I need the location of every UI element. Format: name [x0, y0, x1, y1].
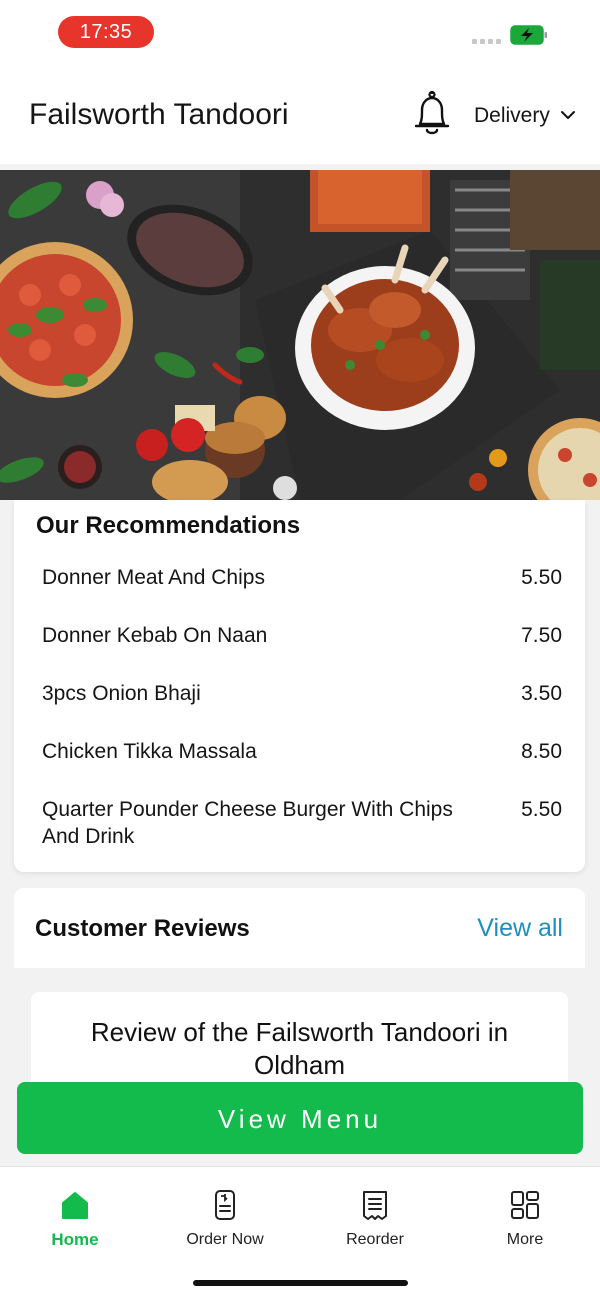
item-name: Donner Meat And Chips	[42, 566, 265, 589]
home-indicator	[193, 1280, 408, 1286]
reviews-title: Customer Reviews	[35, 915, 250, 942]
nav-label-order-now: Order Now	[186, 1231, 264, 1248]
home-icon	[62, 1192, 88, 1219]
item-name: 3pcs Onion Bhaji	[42, 682, 201, 705]
page-title: Failsworth Tandoori	[29, 98, 289, 131]
receipt-icon	[363, 1191, 387, 1220]
item-price: 7.50	[521, 624, 562, 647]
nav-item-home[interactable]: Home	[0, 1167, 150, 1267]
item-name: Donner Kebab On Naan	[42, 624, 268, 647]
item-price: 8.50	[521, 740, 562, 763]
item-price: 5.50	[521, 798, 562, 821]
nav-label-home: Home	[51, 1230, 99, 1249]
nav-label-more: More	[506, 1231, 544, 1248]
recommendations-title: Our Recommendations	[36, 512, 301, 539]
chevron-down-icon[interactable]	[560, 108, 576, 122]
status-bar: 17:35	[0, 0, 600, 64]
review-card[interactable]: Review of the Failsworth Tandoori in Old…	[31, 992, 568, 1088]
bell-icon[interactable]	[410, 90, 454, 138]
nav-label-reorder: Reorder	[346, 1231, 404, 1248]
battery-charging-icon	[510, 25, 547, 45]
nav-item-more[interactable]: More	[450, 1167, 600, 1267]
delivery-mode-select[interactable]: Delivery	[474, 104, 550, 128]
signal-icon	[472, 39, 501, 44]
hero-food-image	[0, 170, 600, 500]
view-menu-button[interactable]: View Menu	[17, 1082, 583, 1154]
grid-icon	[511, 1191, 539, 1219]
view-all-reviews-link[interactable]: View all	[477, 914, 563, 943]
item-price: 3.50	[521, 682, 562, 705]
item-price: 5.50	[521, 566, 562, 589]
reviews-list: Review of the Failsworth Tandoori in Old…	[14, 968, 585, 1088]
nav-item-order-now[interactable]: Order Now	[150, 1167, 300, 1267]
item-name: Quarter Pounder Cheese Burger With Chips…	[42, 798, 453, 848]
bottom-nav: Home Order Now Reorder More	[0, 1166, 600, 1299]
recommendations-card: Our Recommendations Donner Meat And Chip…	[14, 500, 585, 872]
phone-order-icon	[215, 1190, 235, 1220]
nav-item-reorder[interactable]: Reorder	[300, 1167, 450, 1267]
item-name: Chicken Tikka Massala	[42, 740, 257, 763]
reviews-header: Customer Reviews View all	[14, 888, 585, 968]
app-header: Failsworth Tandoori Delivery	[0, 64, 600, 164]
status-time: 17:35	[58, 16, 154, 48]
customer-reviews-card: Customer Reviews View all Review of the …	[14, 888, 585, 1088]
review-title: Review of the Failsworth Tandoori in Old…	[90, 1017, 509, 1080]
